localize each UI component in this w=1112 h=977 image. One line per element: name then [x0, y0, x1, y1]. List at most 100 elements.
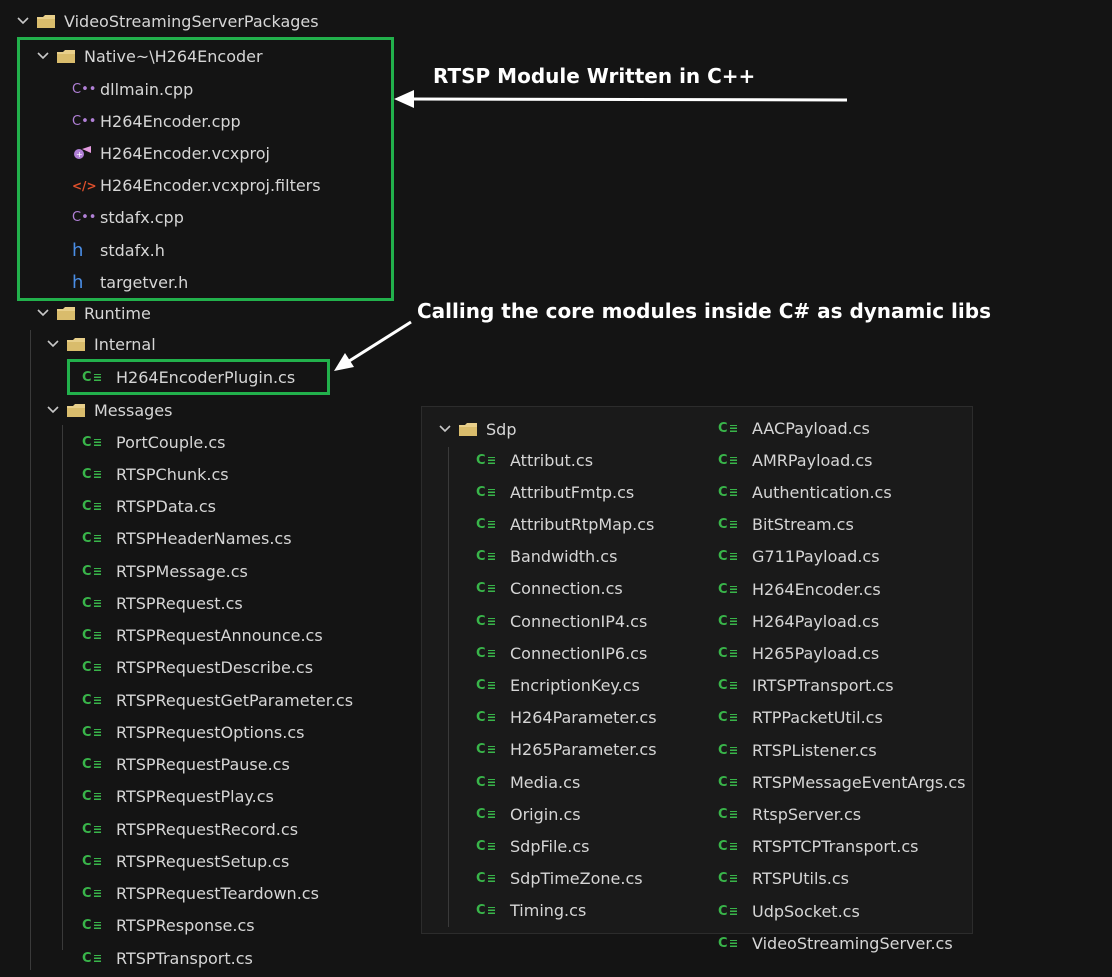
- file-item[interactable]: C Connection.cs: [476, 574, 623, 604]
- file-item[interactable]: C Origin.cs: [476, 799, 581, 829]
- file-item[interactable]: C RTSPMessageEventArgs.cs: [718, 767, 965, 797]
- cs-icon: C: [476, 871, 504, 886]
- file-item[interactable]: C G711Payload.cs: [718, 542, 880, 572]
- file-item[interactable]: C H264Payload.cs: [718, 606, 879, 636]
- chevron-down-icon[interactable]: [46, 403, 60, 417]
- internal-folder[interactable]: Internal: [46, 329, 156, 359]
- file-name: RTSPUtils.cs: [752, 869, 849, 889]
- chevron-down-icon[interactable]: [438, 422, 452, 436]
- cs-icon: C: [82, 789, 110, 804]
- chevron-down-icon[interactable]: [36, 306, 50, 320]
- file-item[interactable]: C RTSPTCPTransport.cs: [718, 832, 918, 862]
- file-item[interactable]: C AttributFmtp.cs: [476, 477, 634, 507]
- file-item[interactable]: C H265Parameter.cs: [476, 735, 657, 765]
- messages-folder[interactable]: Messages: [46, 395, 172, 425]
- root-folder[interactable]: VideoStreamingServerPackages: [16, 6, 319, 36]
- file-item[interactable]: C PortCouple.cs: [82, 427, 225, 457]
- file-item[interactable]: C RTSPResponse.cs: [82, 911, 255, 941]
- file-name: IRTSPTransport.cs: [752, 676, 894, 696]
- file-item[interactable]: C SdpFile.cs: [476, 831, 589, 861]
- file-item[interactable]: C AMRPayload.cs: [718, 445, 872, 475]
- file-name: AttributRtpMap.cs: [510, 514, 655, 534]
- file-item[interactable]: C RTSPListener.cs: [718, 735, 877, 765]
- chevron-down-icon[interactable]: [46, 337, 60, 351]
- file-item[interactable]: C UdpSocket.cs: [718, 896, 860, 926]
- file-item[interactable]: C VideoStreamingServer.cs: [718, 928, 953, 958]
- file-item[interactable]: C RTSPHeaderNames.cs: [82, 524, 292, 554]
- file-name: Connection.cs: [510, 579, 623, 599]
- file-item[interactable]: C Attribut.cs: [476, 445, 593, 475]
- tree-guide-line: [448, 447, 449, 927]
- cs-icon: C: [718, 904, 746, 919]
- file-name: Bandwidth.cs: [510, 547, 618, 567]
- sdp-folder[interactable]: Sdp: [438, 414, 516, 444]
- annotation-calling-core: Calling the core modules inside C# as dy…: [417, 299, 991, 323]
- file-item[interactable]: C Authentication.cs: [718, 477, 892, 507]
- file-item[interactable]: C RTSPData.cs: [82, 492, 216, 522]
- cs-icon: C: [82, 725, 110, 740]
- file-name: RTSPRequestTeardown.cs: [116, 884, 319, 903]
- file-item[interactable]: C RTSPChunk.cs: [82, 459, 229, 489]
- file-item[interactable]: C RTSPRequestOptions.cs: [82, 717, 304, 747]
- cs-icon: C: [718, 839, 746, 854]
- file-item[interactable]: C RTSPUtils.cs: [718, 864, 849, 894]
- file-item[interactable]: C RTSPRequestTeardown.cs: [82, 879, 319, 909]
- file-item[interactable]: C AACPayload.cs: [718, 413, 870, 443]
- file-item[interactable]: C ConnectionIP6.cs: [476, 638, 647, 668]
- file-name: AttributFmtp.cs: [510, 482, 635, 502]
- file-item[interactable]: C RTPPacketUtil.cs: [718, 703, 883, 733]
- cs-icon: C: [476, 453, 504, 468]
- file-name: PortCouple.cs: [116, 432, 226, 452]
- file-item[interactable]: C Timing.cs: [476, 896, 586, 926]
- cs-icon: C: [718, 453, 746, 468]
- sdp-panel: Sdp C Attribut.cs C AttributFmtp.cs C Attribut…: [421, 406, 973, 953]
- file-name: SdpFile.cs: [510, 836, 590, 856]
- file-item[interactable]: C RTSPRequestPlay.cs: [82, 782, 274, 812]
- cs-icon: C: [476, 485, 504, 500]
- file-item[interactable]: C SdpTimeZone.cs: [476, 864, 643, 894]
- file-name: RTSPRequest.cs: [116, 593, 243, 613]
- file-name: ConnectionIP6.cs: [510, 643, 648, 663]
- file-item[interactable]: C IRTSPTransport.cs: [718, 671, 894, 701]
- file-item[interactable]: C AttributRtpMap.cs: [476, 509, 654, 539]
- file-item[interactable]: C Bandwidth.cs: [476, 542, 617, 572]
- tree-guide-line: [30, 330, 31, 970]
- file-name: Media.cs: [510, 772, 581, 792]
- file-item[interactable]: C RTSPRequestRecord.cs: [82, 814, 298, 844]
- file-item[interactable]: C EncriptionKey.cs: [476, 670, 640, 700]
- file-name: RTSPRequestSetup.cs: [116, 851, 290, 871]
- file-item[interactable]: C RTSPRequestDescribe.cs: [82, 653, 313, 683]
- internal-folder-label: Internal: [94, 334, 156, 354]
- cs-icon: C: [718, 646, 746, 661]
- cs-icon: C: [718, 807, 746, 822]
- file-name: ConnectionIP4.cs: [510, 611, 648, 631]
- cs-icon: C: [476, 549, 504, 564]
- file-name: Timing.cs: [510, 901, 587, 921]
- file-item[interactable]: C RTSPRequestSetup.cs: [82, 846, 289, 876]
- file-item[interactable]: C RTSPRequestPause.cs: [82, 750, 290, 780]
- file-item[interactable]: C H264Encoder.cs: [718, 574, 881, 604]
- file-item[interactable]: C ConnectionIP4.cs: [476, 606, 647, 636]
- file-item[interactable]: C RTSPRequestGetParameter.cs: [82, 685, 353, 715]
- file-item[interactable]: C BitStream.cs: [718, 510, 854, 540]
- runtime-folder[interactable]: Runtime: [36, 298, 151, 328]
- file-item[interactable]: C H264Parameter.cs: [476, 703, 657, 733]
- file-item[interactable]: C RtspServer.cs: [718, 799, 861, 829]
- cs-icon: C: [718, 743, 746, 758]
- cs-icon: C: [476, 646, 504, 661]
- file-item[interactable]: C H265Payload.cs: [718, 638, 879, 668]
- file-name: RTSPRequestDescribe.cs: [116, 658, 314, 678]
- file-item[interactable]: C Media.cs: [476, 767, 580, 797]
- file-item[interactable]: C RTSPRequestAnnounce.cs: [82, 621, 323, 651]
- folder-icon: [36, 14, 56, 29]
- file-name: RTSPRequestAnnounce.cs: [116, 626, 323, 645]
- folder-icon: [66, 337, 86, 352]
- file-item[interactable]: C RTSPMessage.cs: [82, 556, 248, 586]
- cs-icon: C: [82, 886, 110, 901]
- file-item[interactable]: C RTSPRequest.cs: [82, 588, 243, 618]
- file-name: AACPayload.cs: [752, 418, 870, 438]
- chevron-down-icon[interactable]: [16, 14, 30, 28]
- cs-icon: C: [82, 822, 110, 837]
- cs-icon: C: [476, 807, 504, 822]
- file-item[interactable]: C RTSPTransport.cs: [82, 943, 253, 973]
